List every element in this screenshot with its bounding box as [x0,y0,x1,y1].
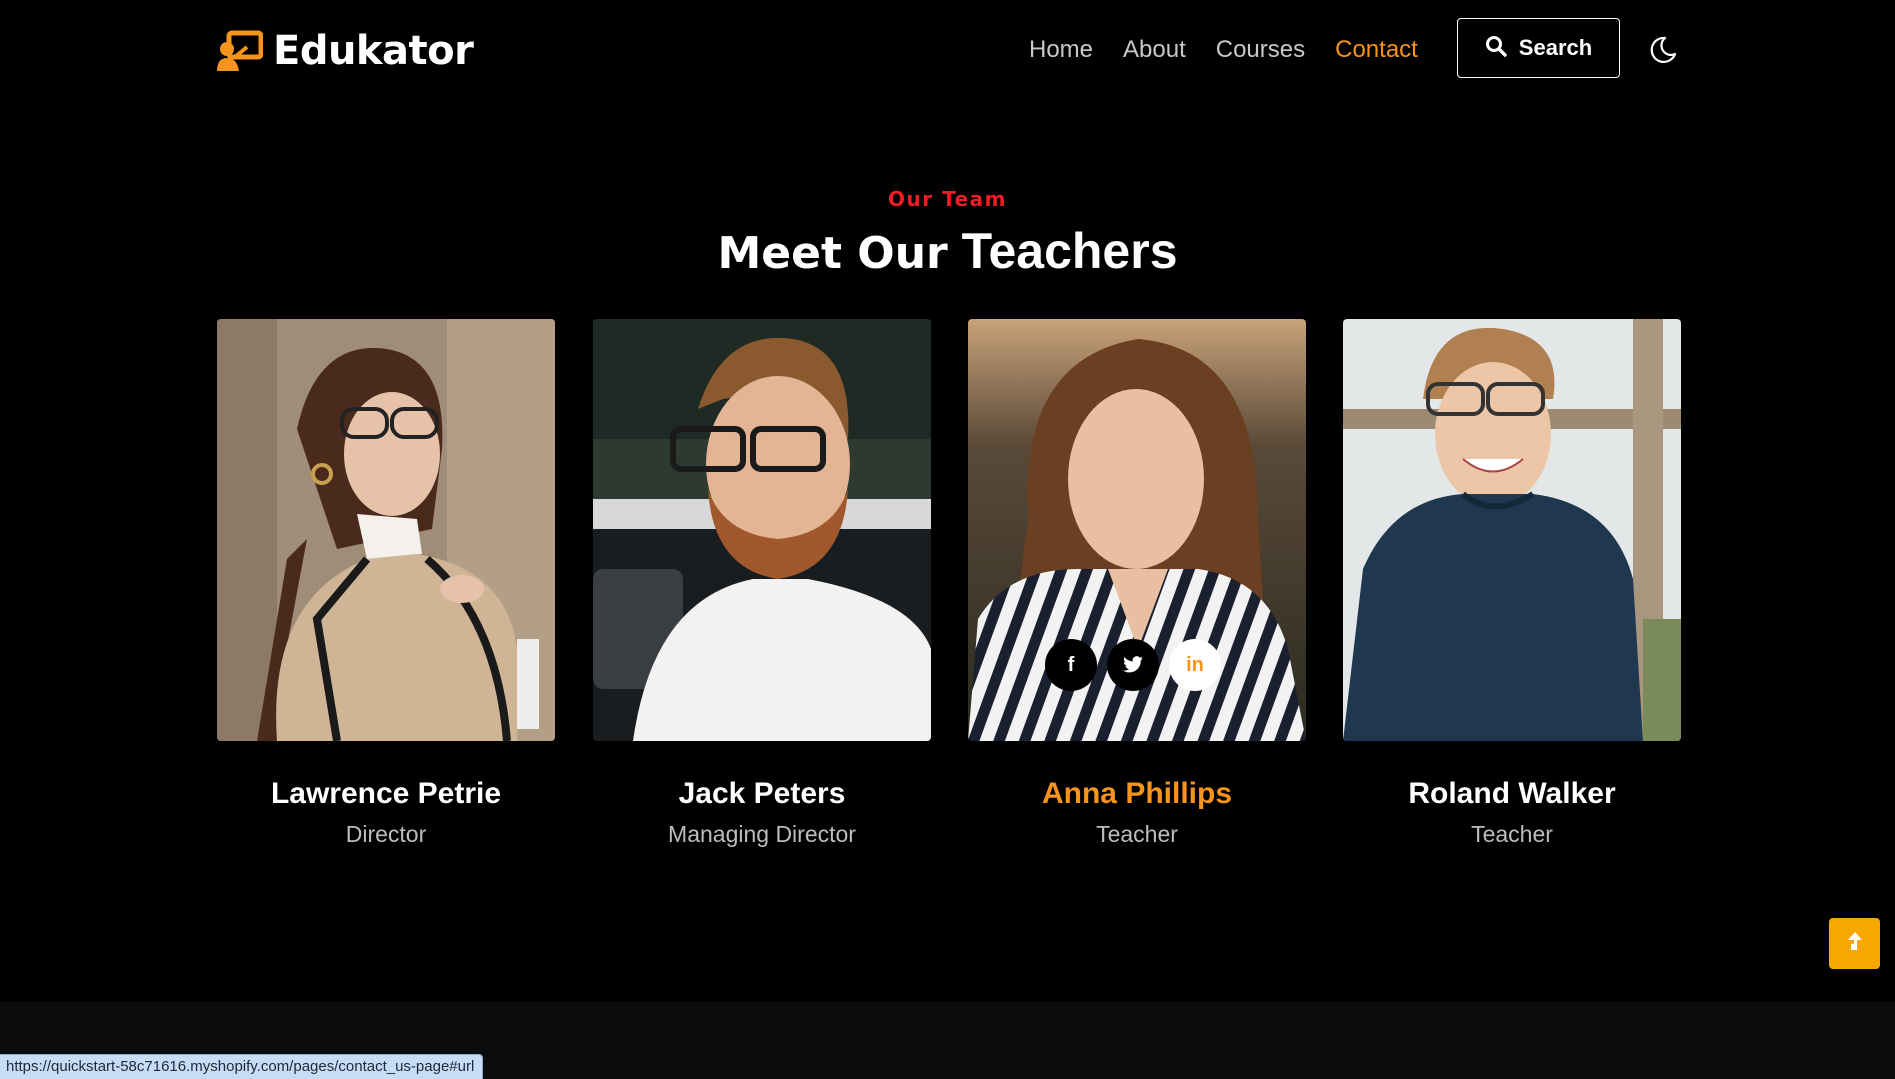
arrow-up-icon [1846,930,1864,957]
brand-name: Edukator [273,28,474,74]
scroll-top-button[interactable] [1829,918,1880,969]
nav-courses[interactable]: Courses [1216,36,1305,64]
moon-icon[interactable] [1648,35,1678,65]
title-bold: Meet Our [717,228,948,279]
logo[interactable]: Edukator [217,28,474,74]
site-header: Edukator Home About Courses Contact Sear… [0,0,1895,100]
linkedin-icon[interactable]: in [1169,639,1221,691]
section-eyebrow: Our Team [888,187,1007,211]
teacher-photo [1343,319,1681,741]
status-bar-url: https://quickstart-58c71616.myshopify.co… [0,1054,484,1079]
teacher-card[interactable]: Roland Walker Teacher [1343,319,1681,848]
teacher-photo: f in [968,319,1306,741]
search-label: Search [1518,35,1593,60]
teacher-photo [593,319,931,741]
teacher-role: Managing Director [668,821,856,847]
teacher-name[interactable]: Roland Walker [1343,777,1681,811]
teacher-name[interactable]: Lawrence Petrie [217,777,555,811]
teacher-card[interactable]: Jack Peters Managing Director [593,319,931,848]
teacher-role: Director [345,821,427,847]
facebook-icon[interactable]: f [1045,639,1097,691]
nav-home[interactable]: Home [1029,36,1093,64]
title-light: Teachers [961,223,1178,279]
twitter-icon[interactable] [1107,639,1159,691]
section-title: Meet Our Teachers [0,222,1895,280]
search-button[interactable]: Search [1457,18,1620,78]
teacher-card[interactable]: f in Anna Phillips Teacher [968,319,1306,848]
teacher-photo [217,319,555,741]
teacher-card[interactable]: Lawrence Petrie Director [217,319,555,848]
nav-contact[interactable]: Contact [1335,36,1418,64]
teacher-name[interactable]: Jack Peters [593,777,931,811]
nav-about[interactable]: About [1123,36,1186,64]
social-links: f in [1045,639,1221,691]
teacher-role: Teacher [1096,821,1178,847]
search-icon [1485,35,1507,62]
main-nav: Home About Courses Contact [1029,36,1418,64]
teacher-role: Teacher [1471,821,1553,847]
teacher-board-icon [217,29,264,73]
teacher-name[interactable]: Anna Phillips [968,777,1306,811]
